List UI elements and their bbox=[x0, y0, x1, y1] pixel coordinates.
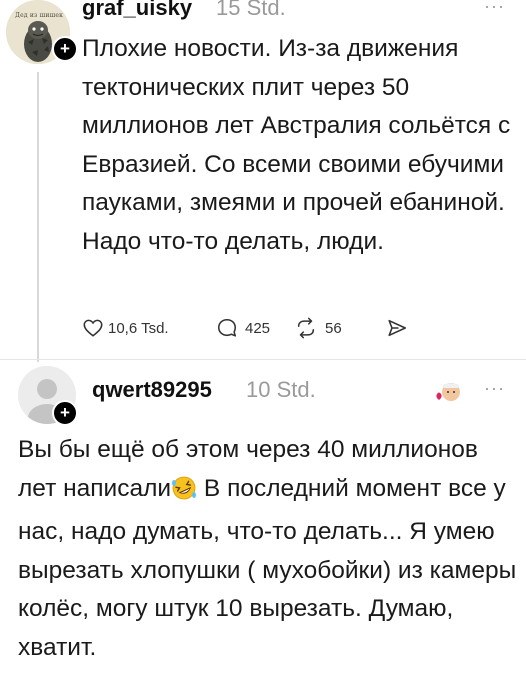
follow-plus-icon[interactable]: + bbox=[52, 36, 78, 62]
post-divider bbox=[0, 359, 526, 360]
comment-icon bbox=[217, 318, 237, 337]
comment-text-part2: В последний момент все у нас, надо думат… bbox=[18, 474, 517, 661]
avatar-caption: Дед из шишек bbox=[15, 12, 64, 19]
more-options-icon[interactable]: ··· bbox=[484, 378, 505, 399]
like-count: 10,6 Tsd. bbox=[108, 319, 169, 337]
like-button[interactable]: 10,6 Tsd. bbox=[82, 313, 169, 343]
commenter-username[interactable]: qwert89295 bbox=[92, 377, 212, 403]
share-button[interactable] bbox=[386, 313, 408, 343]
comment-text: Вы бы ещё об этом через 40 миллионов лет… bbox=[18, 431, 518, 668]
author-username[interactable]: graf_uisky bbox=[82, 0, 192, 21]
reaction-emoji bbox=[434, 380, 464, 409]
follow-plus-icon[interactable]: + bbox=[52, 400, 78, 426]
share-icon bbox=[388, 319, 407, 337]
comment-count: 425 bbox=[245, 319, 271, 337]
heart-icon bbox=[83, 319, 103, 337]
more-options-icon[interactable]: ··· bbox=[484, 0, 505, 17]
post-timestamp: 15 Std. bbox=[216, 0, 286, 20]
rofl-emoji bbox=[171, 475, 197, 514]
comment-button[interactable]: 425 bbox=[215, 313, 270, 343]
repost-icon bbox=[297, 317, 315, 339]
repost-count: 56 bbox=[325, 319, 342, 337]
thread-line bbox=[37, 72, 39, 362]
repost-button[interactable]: 56 bbox=[293, 313, 342, 343]
comment-timestamp: 10 Std. bbox=[246, 377, 316, 402]
post-text: Плохие новости. Из-за движения тектониче… bbox=[82, 35, 511, 255]
